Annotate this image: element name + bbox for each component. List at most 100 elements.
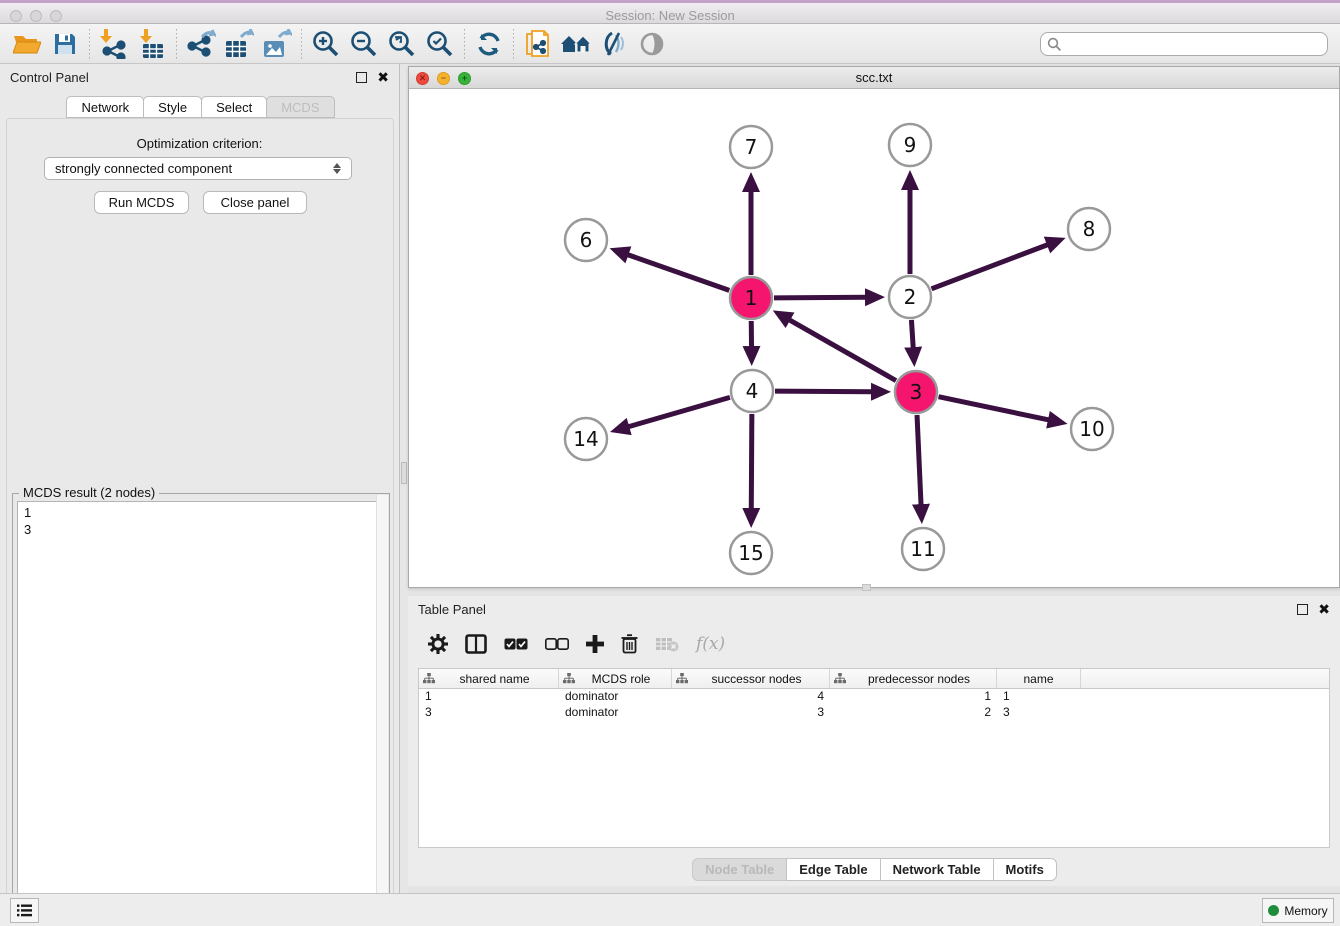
delete-column-button[interactable] bbox=[621, 634, 638, 654]
node-1[interactable]: 1 bbox=[730, 277, 772, 319]
tab-style[interactable]: Style bbox=[143, 96, 202, 118]
tab-motifs[interactable]: Motifs bbox=[993, 858, 1057, 881]
tab-network[interactable]: Network bbox=[66, 96, 144, 118]
node-7[interactable]: 7 bbox=[730, 126, 772, 168]
zoom-selected-button[interactable] bbox=[421, 27, 459, 61]
edge-4-15[interactable] bbox=[751, 414, 752, 509]
export-image-button[interactable] bbox=[258, 27, 296, 61]
edge-3-11[interactable] bbox=[917, 415, 921, 505]
tab-edge-table[interactable]: Edge Table bbox=[786, 858, 880, 881]
float-panel-icon[interactable] bbox=[356, 72, 367, 83]
node-10[interactable]: 10 bbox=[1071, 408, 1113, 450]
show-columns-button[interactable] bbox=[465, 634, 487, 654]
column-header-MCDS-role[interactable]: MCDS role bbox=[559, 669, 672, 688]
cell-MCDS-role[interactable]: dominator bbox=[559, 705, 672, 721]
edge-4-3[interactable] bbox=[775, 391, 872, 392]
deselect-all-button[interactable] bbox=[545, 638, 569, 651]
cell-name[interactable]: 1 bbox=[997, 689, 1081, 705]
vertical-splitter-handle[interactable] bbox=[401, 462, 407, 484]
horizontal-splitter-handle[interactable] bbox=[862, 584, 871, 591]
close-table-panel-icon[interactable]: ✖ bbox=[1318, 604, 1330, 615]
select-all-button[interactable] bbox=[504, 638, 528, 651]
session-title: Session: New Session bbox=[0, 8, 1340, 23]
memory-label: Memory bbox=[1284, 904, 1327, 918]
refresh-layout-button[interactable] bbox=[470, 27, 508, 61]
edge-1-2[interactable] bbox=[774, 297, 866, 298]
cell-name[interactable]: 3 bbox=[997, 705, 1081, 721]
node-table[interactable]: shared nameMCDS rolesuccessor nodesprede… bbox=[418, 668, 1330, 848]
cell-successor-nodes[interactable]: 4 bbox=[672, 689, 830, 705]
cell-successor-nodes[interactable]: 3 bbox=[672, 705, 830, 721]
export-network-button[interactable] bbox=[182, 27, 220, 61]
delete-table-button[interactable] bbox=[655, 636, 679, 652]
search-input[interactable] bbox=[1040, 32, 1328, 56]
node-15[interactable]: 15 bbox=[730, 532, 772, 574]
eye-button[interactable] bbox=[633, 27, 671, 61]
task-history-button[interactable] bbox=[10, 898, 39, 923]
memory-button[interactable]: Memory bbox=[1262, 898, 1334, 923]
edge-2-3[interactable] bbox=[911, 320, 913, 348]
edge-4-14[interactable] bbox=[628, 397, 730, 426]
cell-shared-name[interactable]: 1 bbox=[419, 689, 559, 705]
close-panel-icon[interactable]: ✖ bbox=[377, 72, 389, 83]
table-row[interactable]: 1dominator411 bbox=[419, 689, 1329, 705]
plus-icon bbox=[586, 635, 604, 653]
tab-network-table[interactable]: Network Table bbox=[880, 858, 994, 881]
export-table-button[interactable] bbox=[220, 27, 258, 61]
title-bar: Session: New Session bbox=[0, 0, 1340, 24]
node-4[interactable]: 4 bbox=[731, 370, 773, 412]
zoom-in-button[interactable] bbox=[307, 27, 345, 61]
visual-toggle-button[interactable] bbox=[595, 27, 633, 61]
tab-node-table[interactable]: Node Table bbox=[692, 858, 787, 881]
cell-predecessor-nodes[interactable]: 1 bbox=[830, 689, 997, 705]
open-session-button[interactable] bbox=[8, 27, 46, 61]
criterion-value: strongly connected component bbox=[55, 161, 232, 176]
apply-function-button[interactable]: f(x) bbox=[696, 634, 725, 654]
edge-3-1[interactable] bbox=[789, 320, 896, 381]
result-scrollbar[interactable] bbox=[376, 495, 388, 926]
run-mcds-button[interactable]: Run MCDS bbox=[94, 191, 189, 214]
column-header-name[interactable]: name bbox=[997, 669, 1081, 688]
cell-MCDS-role[interactable]: dominator bbox=[559, 689, 672, 705]
mcds-result-title: MCDS result (2 nodes) bbox=[19, 485, 159, 500]
table-row[interactable]: 3dominator323 bbox=[419, 705, 1329, 721]
table-panel-header: Table Panel ✖ bbox=[408, 596, 1340, 622]
float-table-panel-icon[interactable] bbox=[1297, 604, 1308, 615]
network-canvas[interactable]: 7 9 6 8 1 2 4 3 14 10 15 11 bbox=[409, 89, 1339, 587]
eye-icon bbox=[639, 31, 665, 57]
add-column-button[interactable] bbox=[586, 635, 604, 653]
node-11[interactable]: 11 bbox=[902, 528, 944, 570]
criterion-select[interactable]: strongly connected component bbox=[44, 157, 352, 180]
home-button[interactable] bbox=[557, 27, 595, 61]
import-network-button[interactable] bbox=[95, 27, 133, 61]
save-session-button[interactable] bbox=[46, 27, 84, 61]
node-6[interactable]: 6 bbox=[565, 219, 607, 261]
edge-1-6[interactable] bbox=[628, 255, 730, 291]
column-header-shared-name[interactable]: shared name bbox=[419, 669, 559, 688]
column-header-successor-nodes[interactable]: successor nodes bbox=[672, 669, 830, 688]
import-table-button[interactable] bbox=[133, 27, 171, 61]
home-icon bbox=[560, 31, 592, 57]
edge-2-8[interactable] bbox=[932, 245, 1048, 289]
cell-shared-name[interactable]: 3 bbox=[419, 705, 559, 721]
memory-status-icon bbox=[1268, 905, 1279, 916]
node-3[interactable]: 3 bbox=[895, 371, 937, 413]
node-8[interactable]: 8 bbox=[1068, 208, 1110, 250]
cell-predecessor-nodes[interactable]: 2 bbox=[830, 705, 997, 721]
network-window-titlebar[interactable]: ✕ − + scc.txt bbox=[409, 67, 1339, 89]
tab-select[interactable]: Select bbox=[201, 96, 267, 118]
table-settings-button[interactable] bbox=[428, 634, 448, 654]
zoom-out-button[interactable] bbox=[345, 27, 383, 61]
network-document-button[interactable] bbox=[519, 27, 557, 61]
node-2[interactable]: 2 bbox=[889, 276, 931, 318]
tab-mcds[interactable]: MCDS bbox=[266, 96, 334, 118]
network-graph[interactable]: 7 9 6 8 1 2 4 3 14 10 15 11 bbox=[409, 89, 1339, 587]
column-header-predecessor-nodes[interactable]: predecessor nodes bbox=[830, 669, 997, 688]
edge-3-10[interactable] bbox=[939, 397, 1049, 420]
node-9[interactable]: 9 bbox=[889, 124, 931, 166]
zoom-fit-button[interactable] bbox=[383, 27, 421, 61]
mcds-result-text[interactable]: 1 3 bbox=[17, 501, 385, 926]
close-panel-button[interactable]: Close panel bbox=[203, 191, 307, 214]
table-rows: 1dominator4113dominator323 bbox=[419, 689, 1329, 721]
node-14[interactable]: 14 bbox=[565, 418, 607, 460]
